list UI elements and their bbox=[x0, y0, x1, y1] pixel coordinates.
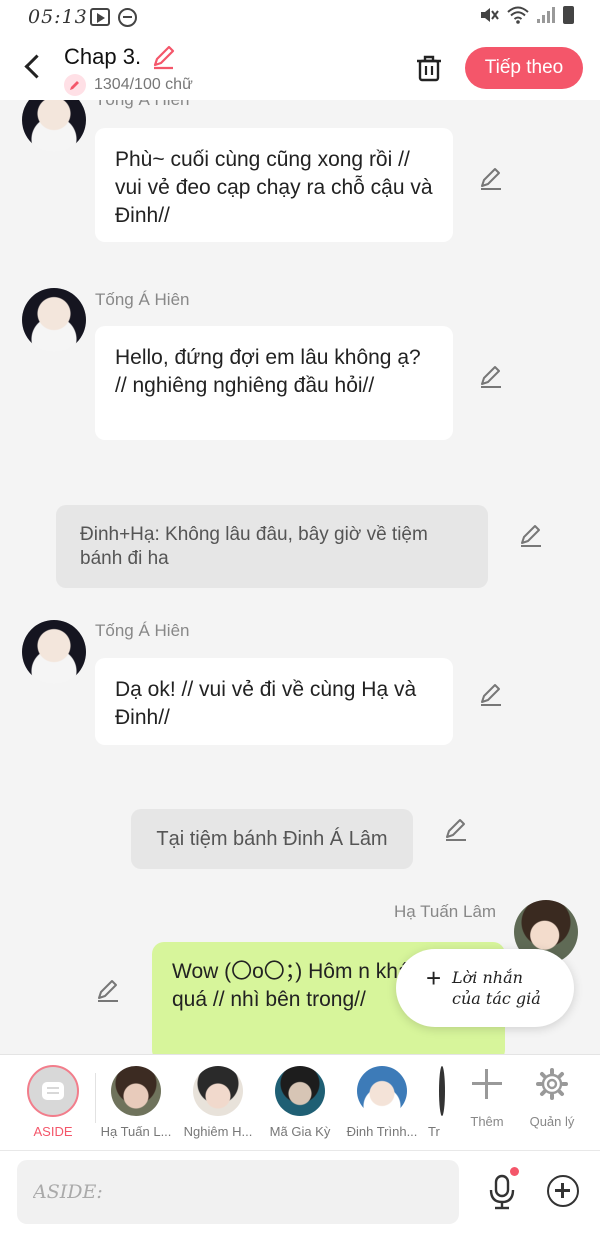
avatar[interactable] bbox=[22, 100, 86, 152]
aside-label: ASIDE bbox=[33, 1124, 73, 1139]
input-bar bbox=[0, 1150, 600, 1233]
edit-message-icon[interactable] bbox=[478, 364, 504, 390]
youtube-icon bbox=[90, 8, 110, 26]
back-arrow-icon[interactable] bbox=[22, 54, 44, 80]
sender-name: Tống Á Hiên bbox=[95, 290, 190, 309]
character-name: Hạ Tuấn L... bbox=[100, 1124, 172, 1139]
status-bar: 05:13 bbox=[0, 0, 600, 36]
sender-name: Tống Á Hiên bbox=[95, 621, 190, 640]
plus-icon: + bbox=[426, 963, 442, 993]
signal-icon bbox=[537, 7, 555, 23]
author-note-line1: Lời nhắn bbox=[452, 968, 523, 987]
avatar[interactable] bbox=[22, 288, 86, 352]
character-bar: ASIDE Hạ Tuấn L... Nghiêm H... Mã Gia Kỳ… bbox=[0, 1054, 600, 1150]
edit-message-icon[interactable] bbox=[95, 978, 121, 1004]
narration-bubble[interactable]: Đinh+Hạ: Không lâu đâu, bây giờ về tiệm … bbox=[56, 505, 488, 588]
character-name: Đinh Trình... bbox=[346, 1124, 418, 1139]
character-name: Nghiêm H... bbox=[183, 1124, 253, 1139]
add-attachment-icon[interactable] bbox=[547, 1175, 579, 1207]
edit-title-pencil-icon[interactable] bbox=[150, 44, 176, 70]
do-not-disturb-icon bbox=[118, 8, 137, 27]
edit-message-icon[interactable] bbox=[478, 682, 504, 708]
message-bubble[interactable]: Dạ ok! // vui vẻ đi về cùng Hạ và Đinh// bbox=[95, 658, 453, 745]
aside-message-icon bbox=[42, 1082, 64, 1100]
next-button[interactable]: Tiếp theo bbox=[465, 47, 583, 89]
wifi-icon bbox=[507, 6, 529, 24]
add-label: Thêm bbox=[470, 1114, 504, 1129]
microphone-icon[interactable] bbox=[487, 1173, 517, 1211]
divider bbox=[95, 1073, 96, 1123]
author-note-line2: của tác giả bbox=[452, 989, 541, 1008]
character-name: Mã Gia Kỳ bbox=[269, 1124, 331, 1139]
word-count-text: 1304/100 chữ bbox=[94, 76, 193, 93]
character-avatar[interactable] bbox=[193, 1066, 243, 1116]
manage-label: Quản lý bbox=[529, 1114, 575, 1129]
battery-icon bbox=[563, 6, 574, 24]
edit-message-icon[interactable] bbox=[478, 166, 504, 192]
word-count: 1304/100 chữ bbox=[64, 74, 193, 96]
sender-name: Tống Á Hiên bbox=[95, 100, 190, 110]
status-time: 05:13 bbox=[28, 6, 88, 28]
avatar[interactable] bbox=[22, 620, 86, 684]
chapter-title: Chap 3. bbox=[64, 44, 142, 69]
pencil-icon bbox=[64, 74, 86, 96]
character-avatar[interactable] bbox=[439, 1066, 445, 1116]
character-avatar[interactable] bbox=[111, 1066, 161, 1116]
edit-message-icon[interactable] bbox=[443, 817, 469, 843]
message-input[interactable] bbox=[17, 1160, 459, 1224]
gear-icon[interactable] bbox=[535, 1067, 569, 1101]
trash-icon[interactable] bbox=[413, 52, 445, 84]
sender-name: Hạ Tuấn Lâm bbox=[394, 902, 497, 921]
character-avatar[interactable] bbox=[275, 1066, 325, 1116]
message-bubble[interactable]: Phù~ cuối cùng cũng xong rồi // vui vẻ đ… bbox=[95, 128, 453, 242]
author-note-button[interactable]: + Lời nhắn của tác giả bbox=[396, 949, 574, 1027]
narration-bubble[interactable]: Tại tiệm bánh Đinh Á Lâm bbox=[131, 809, 413, 869]
message-bubble[interactable]: Hello, đứng đợi em lâu không ạ? // nghiê… bbox=[95, 326, 453, 440]
edit-message-icon[interactable] bbox=[518, 523, 544, 549]
top-bar: Chap 3. 1304/100 chữ Tiếp theo bbox=[0, 36, 600, 100]
character-avatar[interactable] bbox=[357, 1066, 407, 1116]
recording-dot-icon bbox=[510, 1167, 519, 1176]
chat-area[interactable]: Tống Á Hiên Phù~ cuối cùng cũng xong rồi… bbox=[0, 100, 600, 1054]
aside-button[interactable] bbox=[27, 1065, 79, 1117]
add-character-icon[interactable] bbox=[472, 1069, 502, 1099]
mute-icon bbox=[481, 8, 499, 22]
character-name: Tr bbox=[428, 1124, 440, 1139]
